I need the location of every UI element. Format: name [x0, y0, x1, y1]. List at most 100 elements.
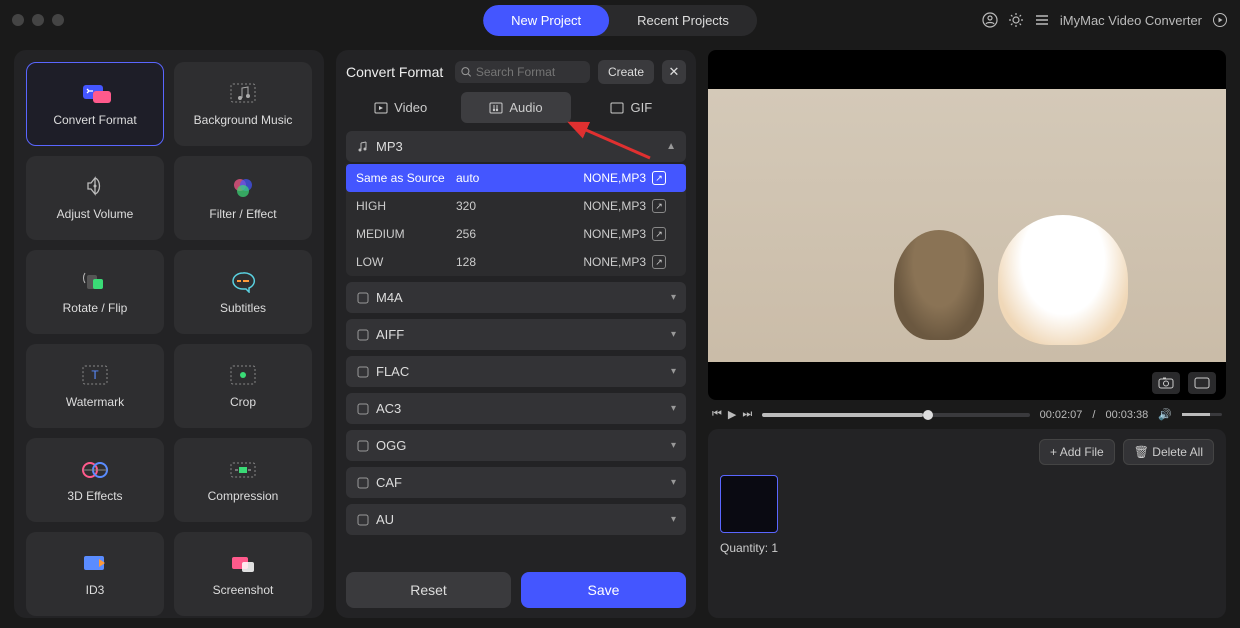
tool-id3[interactable]: ID3	[26, 532, 164, 616]
quality-name: Same as Source	[356, 171, 456, 185]
export-icon[interactable]: ↗	[652, 171, 666, 185]
export-icon[interactable]: ↗	[652, 255, 666, 269]
quality-codec: NONE,MP3	[536, 227, 652, 241]
tool-label: Convert Format	[53, 113, 136, 127]
tool-rotate-flip[interactable]: Rotate / Flip	[26, 250, 164, 334]
create-button[interactable]: Create	[598, 60, 654, 84]
music-note-icon	[356, 140, 370, 154]
tab-video[interactable]: Video	[346, 92, 455, 123]
tool-watermark[interactable]: TWatermark	[26, 344, 164, 428]
screenshot-icon	[227, 551, 259, 577]
format-type-icon	[356, 365, 370, 379]
header-right: iMyMac Video Converter	[982, 12, 1228, 28]
quality-codec: NONE,MP3	[536, 199, 652, 213]
tool-sidebar: Convert Format Background Music Adjust Vol…	[14, 50, 324, 618]
tool-convert-format[interactable]: Convert Format	[26, 62, 164, 146]
tab-audio[interactable]: Audio	[461, 92, 570, 123]
account-icon[interactable]	[982, 12, 998, 28]
seek-thumb[interactable]	[923, 410, 933, 420]
reset-button[interactable]: Reset	[346, 572, 511, 608]
close-window[interactable]	[12, 14, 24, 26]
chevron-down-icon: ▾	[671, 292, 676, 303]
tool-screenshot[interactable]: Screenshot	[174, 532, 312, 616]
maximize-window[interactable]	[52, 14, 64, 26]
chevron-down-icon: ▾	[671, 366, 676, 377]
export-icon[interactable]: ↗	[652, 199, 666, 213]
tool-label: Rotate / Flip	[63, 301, 128, 315]
app-name: iMyMac Video Converter	[1060, 13, 1202, 28]
subtitles-icon	[227, 269, 259, 295]
crop-icon	[227, 363, 259, 389]
tool-label: Subtitles	[220, 301, 266, 315]
tool-filter-effect[interactable]: Filter / Effect	[174, 156, 312, 240]
menu-icon[interactable]	[1034, 12, 1050, 28]
tab-gif[interactable]: GIF	[577, 92, 686, 123]
tool-3d-effects[interactable]: 3D Effects	[26, 438, 164, 522]
play-badge-icon[interactable]	[1212, 12, 1228, 28]
format-ogg-header[interactable]: OGG▾	[346, 430, 686, 461]
watermark-icon: T	[79, 363, 111, 389]
tool-label: ID3	[86, 583, 105, 597]
format-flac-header[interactable]: FLAC▾	[346, 356, 686, 387]
tool-crop[interactable]: Crop	[174, 344, 312, 428]
id3-icon	[79, 551, 111, 577]
settings-icon[interactable]	[1008, 12, 1024, 28]
chevron-down-icon: ▾	[671, 329, 676, 340]
quality-row[interactable]: LOW128NONE,MP3↗	[346, 248, 686, 276]
fullscreen-button[interactable]	[1188, 372, 1216, 394]
time-current: 00:02:07	[1040, 409, 1083, 421]
export-icon[interactable]: ↗	[652, 227, 666, 241]
format-mp3-header[interactable]: MP3 ▲	[346, 131, 686, 162]
tool-label: Compression	[208, 489, 279, 503]
play-button[interactable]: ▶	[728, 408, 736, 421]
add-file-button[interactable]: + Add File	[1039, 439, 1115, 465]
quality-row[interactable]: HIGH320NONE,MP3↗	[346, 192, 686, 220]
quality-row[interactable]: MEDIUM256NONE,MP3↗	[346, 220, 686, 248]
volume-icon[interactable]: 🔊	[1158, 408, 1172, 421]
tool-label: Background Music	[194, 113, 293, 127]
format-type-icon	[356, 328, 370, 342]
format-list: MP3 ▲ Same as SourceautoNONE,MP3↗HIGH320…	[346, 131, 686, 564]
delete-all-button[interactable]: 🗑 Delete All	[1123, 439, 1214, 465]
video-icon	[374, 101, 388, 115]
tool-background-music[interactable]: Background Music	[174, 62, 312, 146]
rotate-icon	[79, 269, 111, 295]
snapshot-button[interactable]	[1152, 372, 1180, 394]
compression-icon	[227, 457, 259, 483]
playback-bar: ⏮ ▶ ⏭ 00:02:07 / 00:03:38 🔊	[708, 408, 1226, 421]
panel-title: Convert Format	[346, 64, 443, 80]
quality-name: MEDIUM	[356, 227, 456, 241]
search-input[interactable]	[476, 65, 584, 79]
quality-bitrate: 128	[456, 255, 536, 269]
tool-adjust-volume[interactable]: Adjust Volume	[26, 156, 164, 240]
tool-compression[interactable]: Compression	[174, 438, 312, 522]
tool-label: Filter / Effect	[209, 207, 276, 221]
close-panel-button[interactable]: ✕	[662, 60, 686, 84]
minimize-window[interactable]	[32, 14, 44, 26]
format-ac3-header[interactable]: AC3▾	[346, 393, 686, 424]
prev-button[interactable]: ⏮	[712, 408, 722, 421]
volume-slider[interactable]	[1182, 413, 1222, 416]
quality-row[interactable]: Same as SourceautoNONE,MP3↗	[346, 164, 686, 192]
search-format[interactable]	[455, 61, 590, 83]
seek-bar[interactable]	[762, 413, 1029, 417]
format-au-header[interactable]: AU▾	[346, 504, 686, 535]
tab-recent-projects[interactable]: Recent Projects	[609, 5, 757, 36]
chevron-down-icon: ▾	[671, 440, 676, 451]
tool-subtitles[interactable]: Subtitles	[174, 250, 312, 334]
chevron-down-icon: ▾	[671, 477, 676, 488]
queue-item-thumb[interactable]	[720, 475, 778, 533]
format-aiff-header[interactable]: AIFF▾	[346, 319, 686, 350]
tab-new-project[interactable]: New Project	[483, 5, 609, 36]
format-caf-header[interactable]: CAF▾	[346, 467, 686, 498]
save-button[interactable]: Save	[521, 572, 686, 608]
format-panel: Convert Format Create ✕ Video Audio GIF …	[336, 50, 696, 618]
traffic-lights	[12, 14, 64, 26]
format-m4a-header[interactable]: M4A▾	[346, 282, 686, 313]
next-button[interactable]: ⏭	[742, 408, 752, 421]
convert-icon	[79, 81, 111, 107]
chevron-down-icon: ▾	[671, 514, 676, 525]
search-icon	[461, 66, 472, 78]
volume-icon	[79, 175, 111, 201]
format-type-icon	[356, 402, 370, 416]
